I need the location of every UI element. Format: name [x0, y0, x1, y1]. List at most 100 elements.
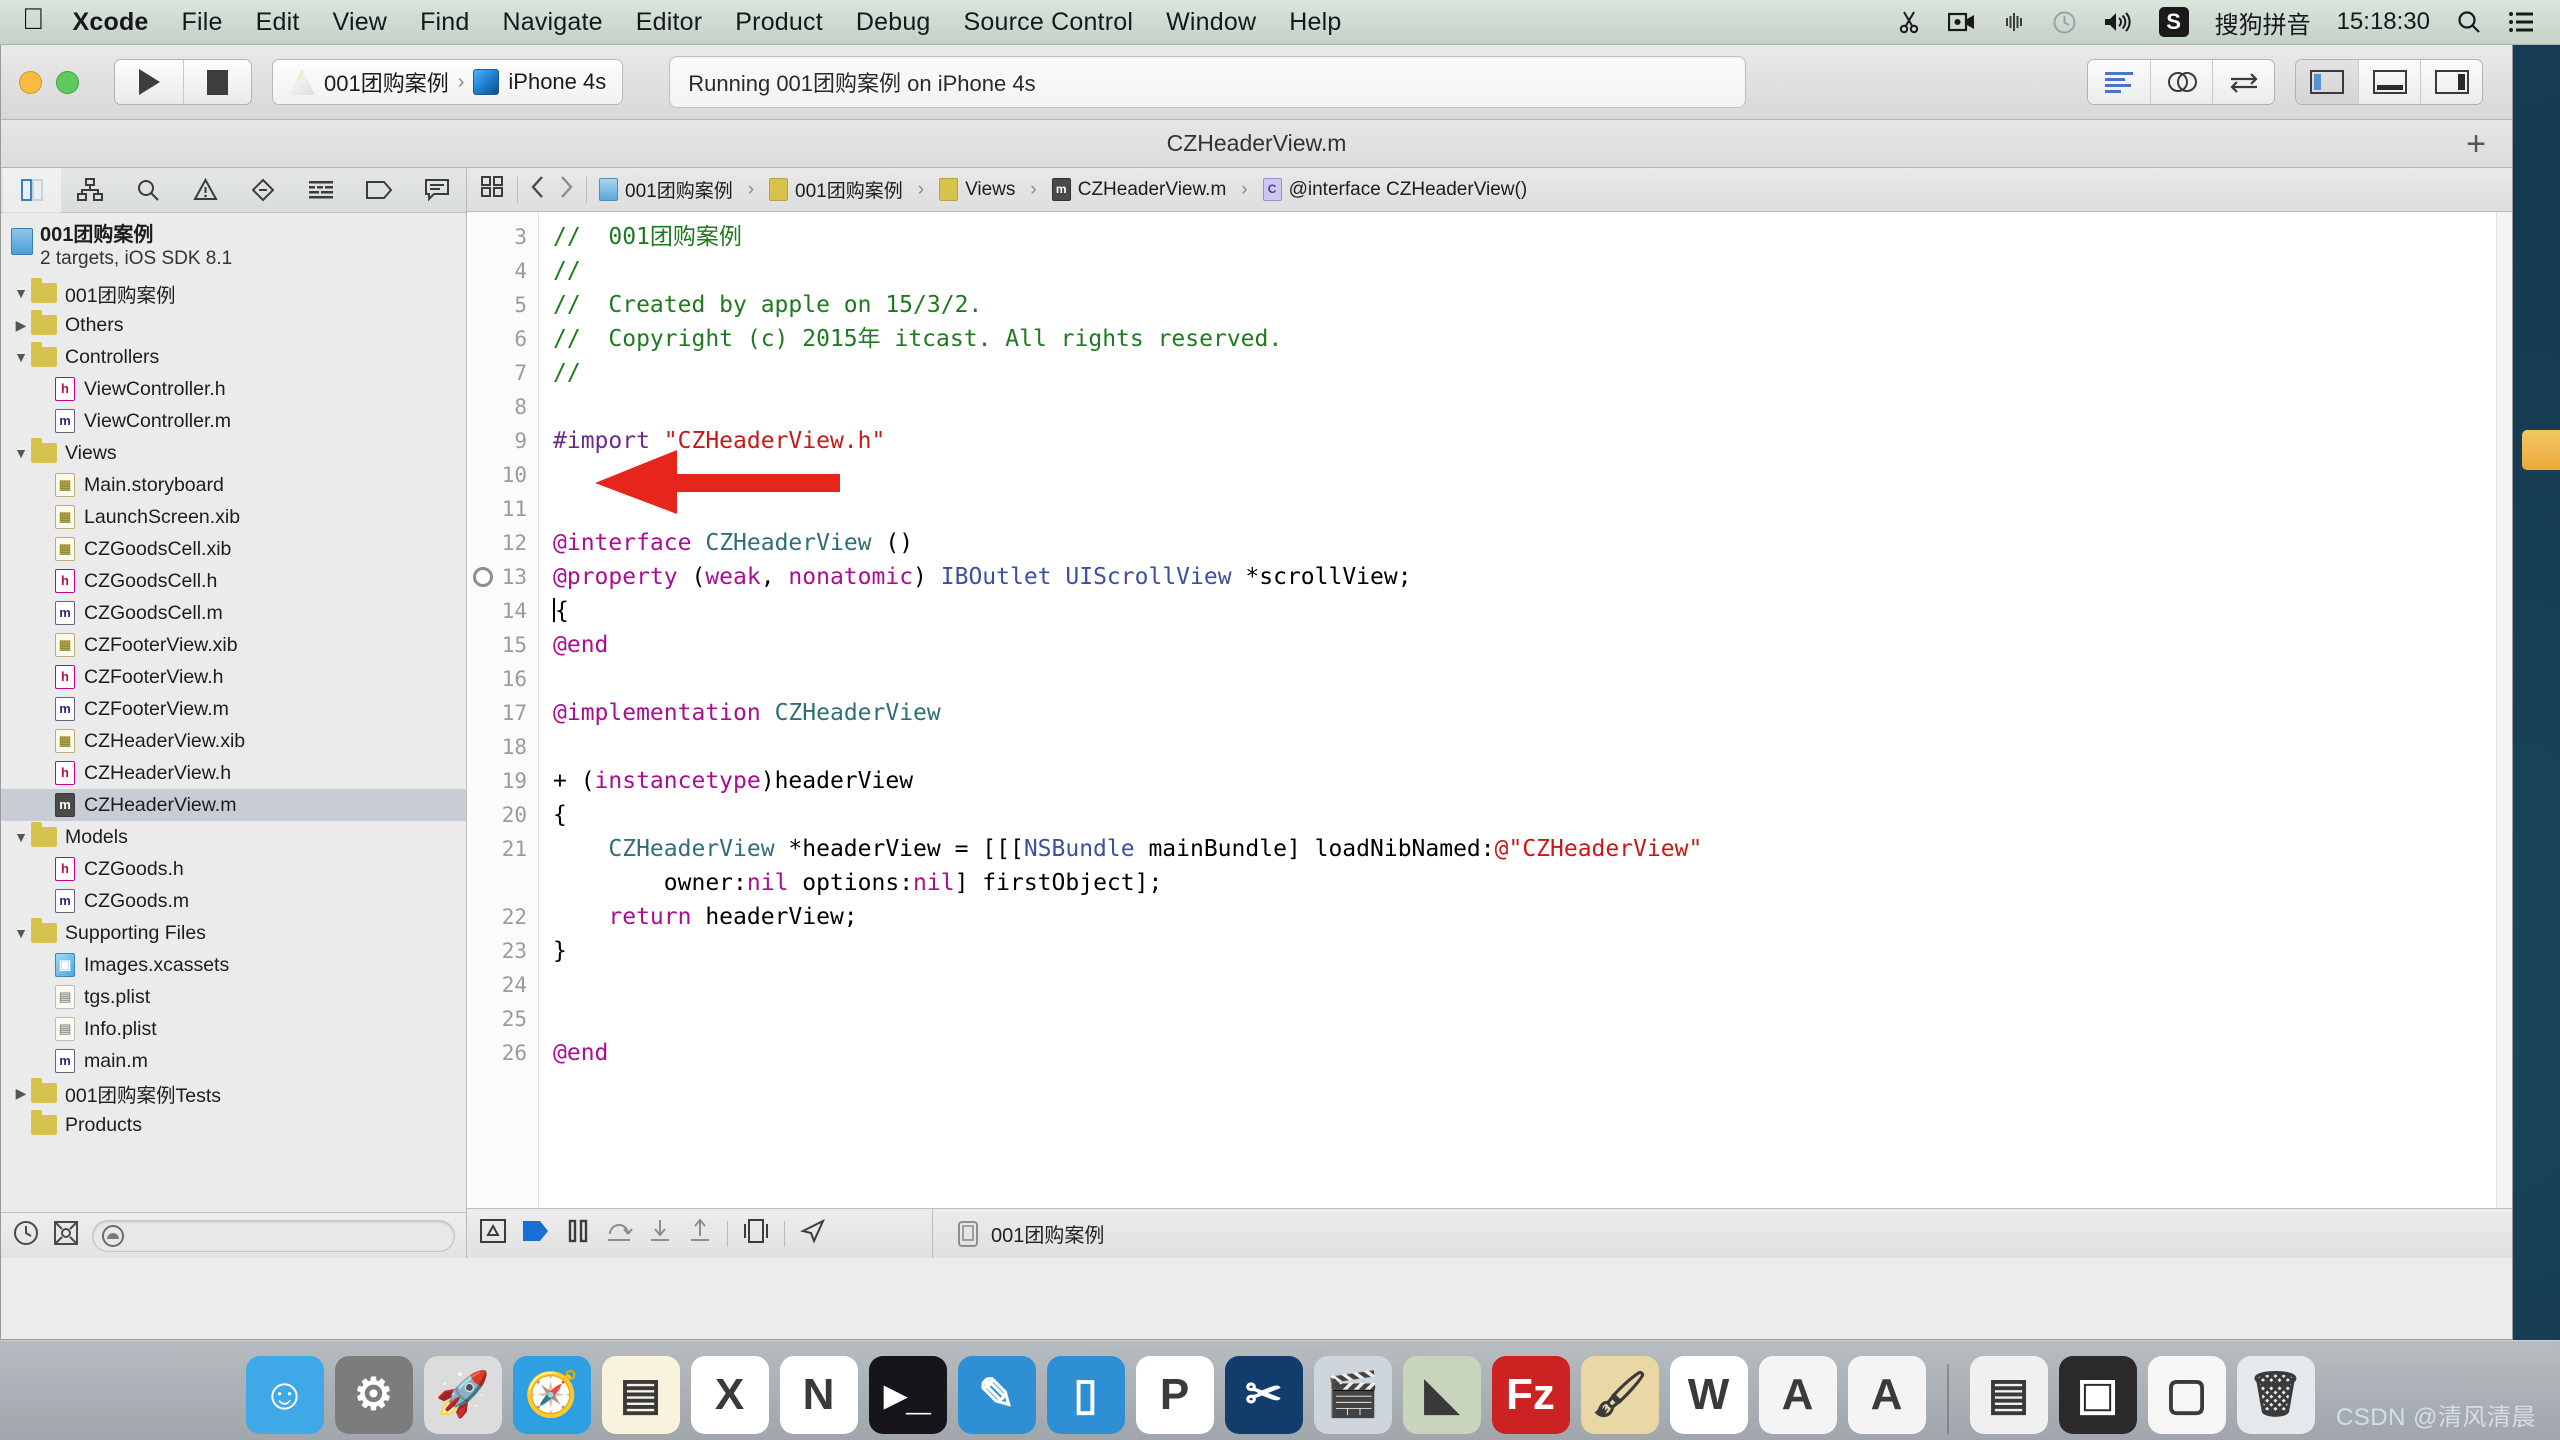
location-simulate-icon[interactable]	[799, 1218, 827, 1249]
breadcrumb-views[interactable]: Views	[939, 178, 1015, 201]
dock-icon-notes[interactable]: ▤	[601, 1356, 680, 1434]
tree-row[interactable]: ▶mCZHeaderView.m	[1, 789, 466, 821]
dock-icon-minimized-window-document[interactable]: ▤	[1969, 1356, 2048, 1434]
tree-row[interactable]: ▶hCZGoodsCell.h	[1, 565, 466, 597]
menu-item-xcode[interactable]: Xcode	[73, 8, 149, 37]
tree-row[interactable]: ▶hViewController.h	[1, 373, 466, 405]
gutter-line[interactable]: 4	[467, 254, 538, 288]
source-code-text[interactable]: // 001团购案例 // // Created by apple on 15/3/…	[539, 212, 2512, 1208]
tree-row[interactable]: ▼ Supporting Files	[1, 917, 466, 949]
chevron-left-icon[interactable]	[530, 175, 546, 205]
debug-process-item[interactable]: 001团购案例	[955, 1219, 1104, 1248]
menu-item-editor[interactable]: Editor	[636, 8, 703, 37]
issue-navigator-tab[interactable]	[177, 168, 235, 213]
gutter-line[interactable]: 5	[467, 288, 538, 322]
tree-row[interactable]: ▶▣Images.xcassets	[1, 949, 466, 981]
toggle-navigator-button[interactable]	[2296, 60, 2358, 104]
navigator-filter-input[interactable]	[93, 1220, 454, 1251]
gutter-line[interactable]: 20	[467, 798, 538, 832]
dock-icon-microsoft-excel[interactable]: X	[690, 1356, 769, 1434]
tree-row[interactable]: ▶Products	[1, 1109, 466, 1141]
scheme-selector[interactable]: 001团购案例 › iPhone 4s	[273, 60, 623, 104]
stop-button[interactable]	[183, 60, 251, 104]
tree-row[interactable]: ▶▦LaunchScreen.xib	[1, 501, 466, 533]
dock-icon-safari[interactable]: 🧭	[512, 1356, 591, 1434]
dock-icon-system-preferences[interactable]: ⚙	[334, 1356, 413, 1434]
dock-icon-launchpad[interactable]: 🚀	[423, 1356, 502, 1434]
gutter-line[interactable]: 7	[467, 356, 538, 390]
run-button[interactable]	[115, 60, 183, 104]
input-method-label[interactable]: 搜狗拼音	[2215, 5, 2311, 40]
tree-row[interactable]: ▶hCZGoods.h	[1, 853, 466, 885]
toggle-debug-area-button[interactable]	[2358, 60, 2420, 104]
menu-item-edit[interactable]: Edit	[256, 8, 300, 37]
breakpoint-navigator-tab[interactable]	[350, 168, 408, 213]
gutter-line[interactable]: 18	[467, 730, 538, 764]
disclosure-open-icon[interactable]: ▼	[11, 349, 31, 365]
scissors-icon[interactable]	[1896, 9, 1922, 35]
log-navigator-tab[interactable]	[408, 168, 466, 213]
tree-row[interactable]: ▼ Views	[1, 437, 466, 469]
notification-center-icon[interactable]	[2508, 11, 2534, 33]
menu-item-source-control[interactable]: Source Control	[964, 8, 1134, 37]
gutter-line[interactable]: 11	[467, 492, 538, 526]
dock-icon-xcode[interactable]: ✎	[957, 1356, 1036, 1434]
symbol-navigator-tab[interactable]	[61, 168, 119, 213]
tree-row[interactable]: ▶▤Info.plist	[1, 1013, 466, 1045]
menu-item-navigate[interactable]: Navigate	[503, 8, 603, 37]
test-navigator-tab[interactable]	[235, 168, 293, 213]
gutter-line[interactable]: 13	[467, 560, 538, 594]
time-machine-icon[interactable]	[2052, 10, 2077, 35]
volume-icon[interactable]	[2103, 10, 2133, 34]
breadcrumb-group[interactable]: 001团购案例	[769, 176, 903, 203]
gutter-line[interactable]: 14	[467, 594, 538, 628]
add-tab-button[interactable]: +	[2466, 127, 2486, 161]
dock-icon-terminal[interactable]: ▸_	[868, 1356, 947, 1434]
tree-row[interactable]: ▼ Controllers	[1, 341, 466, 373]
step-into-icon[interactable]	[647, 1218, 673, 1249]
project-root-row[interactable]: 001团购案例 2 targets, iOS SDK 8.1	[1, 221, 466, 277]
gutter-line[interactable]: 16	[467, 662, 538, 696]
gutter-line[interactable]: 26	[467, 1036, 538, 1070]
disclosure-closed-icon[interactable]: ▶	[11, 1085, 31, 1102]
pause-icon[interactable]	[565, 1218, 591, 1249]
gutter-line[interactable]	[467, 866, 538, 900]
tree-row[interactable]: ▶mCZFooterView.m	[1, 693, 466, 725]
menu-item-product[interactable]: Product	[735, 8, 823, 37]
disclosure-open-icon[interactable]: ▼	[11, 445, 31, 461]
tree-row[interactable]: ▶mViewController.m	[1, 405, 466, 437]
tree-row[interactable]: ▶mCZGoods.m	[1, 885, 466, 917]
gutter-line[interactable]: 19	[467, 764, 538, 798]
menu-item-debug[interactable]: Debug	[856, 8, 931, 37]
chevron-right-icon[interactable]	[558, 175, 574, 205]
dock-icon-quicktime-player[interactable]: 🎬	[1313, 1356, 1392, 1434]
window-minimize-button[interactable]	[19, 70, 42, 94]
source-editor[interactable]: 3 4 5 6 7 8 9 10 11 12 13 14 15 16 17 18 19 20 21 22 23 24 25 2…	[467, 212, 2512, 1208]
disclosure-closed-icon[interactable]: ▶	[11, 317, 31, 334]
tree-row[interactable]: ▼ Models	[1, 821, 466, 853]
dock-icon-filezilla[interactable]: Fz	[1491, 1356, 1570, 1434]
editor-vertical-scrollbar[interactable]	[2496, 212, 2512, 1208]
toggle-utilities-button[interactable]	[2420, 60, 2482, 104]
menu-item-find[interactable]: Find	[420, 8, 469, 37]
clock-recent-icon[interactable]	[13, 1220, 39, 1251]
assistant-editor-button[interactable]	[2150, 60, 2212, 104]
spotlight-search-icon[interactable]	[2456, 9, 2482, 35]
continue-execution-icon[interactable]	[521, 1218, 551, 1249]
menu-bar-clock[interactable]: 15:18:30	[2337, 8, 2430, 36]
gutter-line[interactable]: 6	[467, 322, 538, 356]
breadcrumb-file[interactable]: m CZHeaderView.m	[1051, 178, 1226, 201]
gutter-line[interactable]: 24	[467, 968, 538, 1002]
airdrop-icon[interactable]	[2002, 10, 2026, 34]
tree-row[interactable]: ▶▦Main.storyboard	[1, 469, 466, 501]
debug-navigator-tab[interactable]	[292, 168, 350, 213]
tree-row[interactable]: ▶ Others	[1, 309, 466, 341]
step-over-icon[interactable]	[605, 1218, 633, 1249]
version-editor-button[interactable]	[2212, 60, 2274, 104]
project-navigator-tab[interactable]	[3, 167, 61, 213]
dock-icon-microsoft-word[interactable]: W	[1669, 1356, 1748, 1434]
dock-icon-snipaste-tool[interactable]: ✂	[1224, 1356, 1303, 1434]
dock-icon-trash[interactable]: 🗑	[2236, 1356, 2315, 1434]
dock-icon-minimized-window-blank[interactable]: ▢	[2147, 1356, 2226, 1434]
step-out-icon[interactable]	[687, 1218, 713, 1249]
